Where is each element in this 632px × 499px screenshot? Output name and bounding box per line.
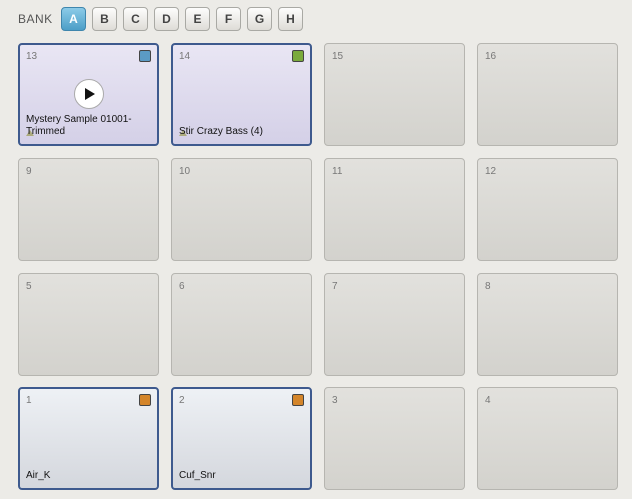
bank-button-e[interactable]: E xyxy=(185,7,210,31)
pad-number: 16 xyxy=(485,51,497,62)
bank-bar: BANK A B C D E F G H xyxy=(0,0,632,38)
pad-6[interactable]: 6 xyxy=(171,273,312,376)
bank-button-h[interactable]: H xyxy=(278,7,303,31)
pad-color-swatch[interactable] xyxy=(292,394,304,406)
pad-color-swatch[interactable] xyxy=(292,50,304,62)
pad-10[interactable]: 10 xyxy=(171,158,312,261)
pad-number: 12 xyxy=(485,166,497,177)
pad-sample-name: Stir Crazy Bass (4) xyxy=(179,126,263,137)
pad-12[interactable]: 12 xyxy=(477,158,618,261)
pad-number: 10 xyxy=(179,166,191,177)
pad-7[interactable]: 7 xyxy=(324,273,465,376)
pad-16[interactable]: 16 xyxy=(477,43,618,146)
pad-number: 2 xyxy=(179,395,185,406)
pad-sample-name: Cuf_Snr xyxy=(179,470,216,481)
pad-14[interactable]: 14 Stir Crazy Bass (4) xyxy=(171,43,312,146)
pad-number: 7 xyxy=(332,281,338,292)
pad-2[interactable]: 2 Cuf_Snr xyxy=(171,387,312,490)
pad-number: 4 xyxy=(485,395,491,406)
pad-8[interactable]: 8 xyxy=(477,273,618,376)
pad-number: 9 xyxy=(26,166,32,177)
play-icon xyxy=(85,88,95,100)
pad-number: 5 xyxy=(26,281,32,292)
pad-number: 6 xyxy=(179,281,185,292)
pad-5[interactable]: 5 xyxy=(18,273,159,376)
pad-9[interactable]: 9 xyxy=(18,158,159,261)
bank-label: BANK xyxy=(18,12,53,26)
pad-number: 14 xyxy=(179,51,191,62)
pad-color-swatch[interactable] xyxy=(139,394,151,406)
pad-color-swatch[interactable] xyxy=(139,50,151,62)
bank-button-g[interactable]: G xyxy=(247,7,272,31)
pad-1[interactable]: 1 Air_K xyxy=(18,387,159,490)
pad-number: 13 xyxy=(26,51,38,62)
pad-number: 11 xyxy=(332,166,343,177)
pad-15[interactable]: 15 xyxy=(324,43,465,146)
pad-sample-name: Mystery Sample 01001-Trimmed xyxy=(26,114,132,137)
pad-sample-name: Air_K xyxy=(26,470,51,481)
bank-button-b[interactable]: B xyxy=(92,7,117,31)
bank-button-c[interactable]: C xyxy=(123,7,148,31)
pad-number: 3 xyxy=(332,395,338,406)
bank-button-a[interactable]: A xyxy=(61,7,86,31)
pad-11[interactable]: 11 xyxy=(324,158,465,261)
play-button[interactable] xyxy=(74,79,104,109)
pad-13[interactable]: 13 Mystery Sample 01001-Trimmed xyxy=(18,43,159,146)
bank-button-d[interactable]: D xyxy=(154,7,179,31)
pad-3[interactable]: 3 xyxy=(324,387,465,490)
pad-number: 15 xyxy=(332,51,344,62)
pad-4[interactable]: 4 xyxy=(477,387,618,490)
bank-button-f[interactable]: F xyxy=(216,7,241,31)
pad-number: 8 xyxy=(485,281,491,292)
pad-number: 1 xyxy=(26,395,32,406)
